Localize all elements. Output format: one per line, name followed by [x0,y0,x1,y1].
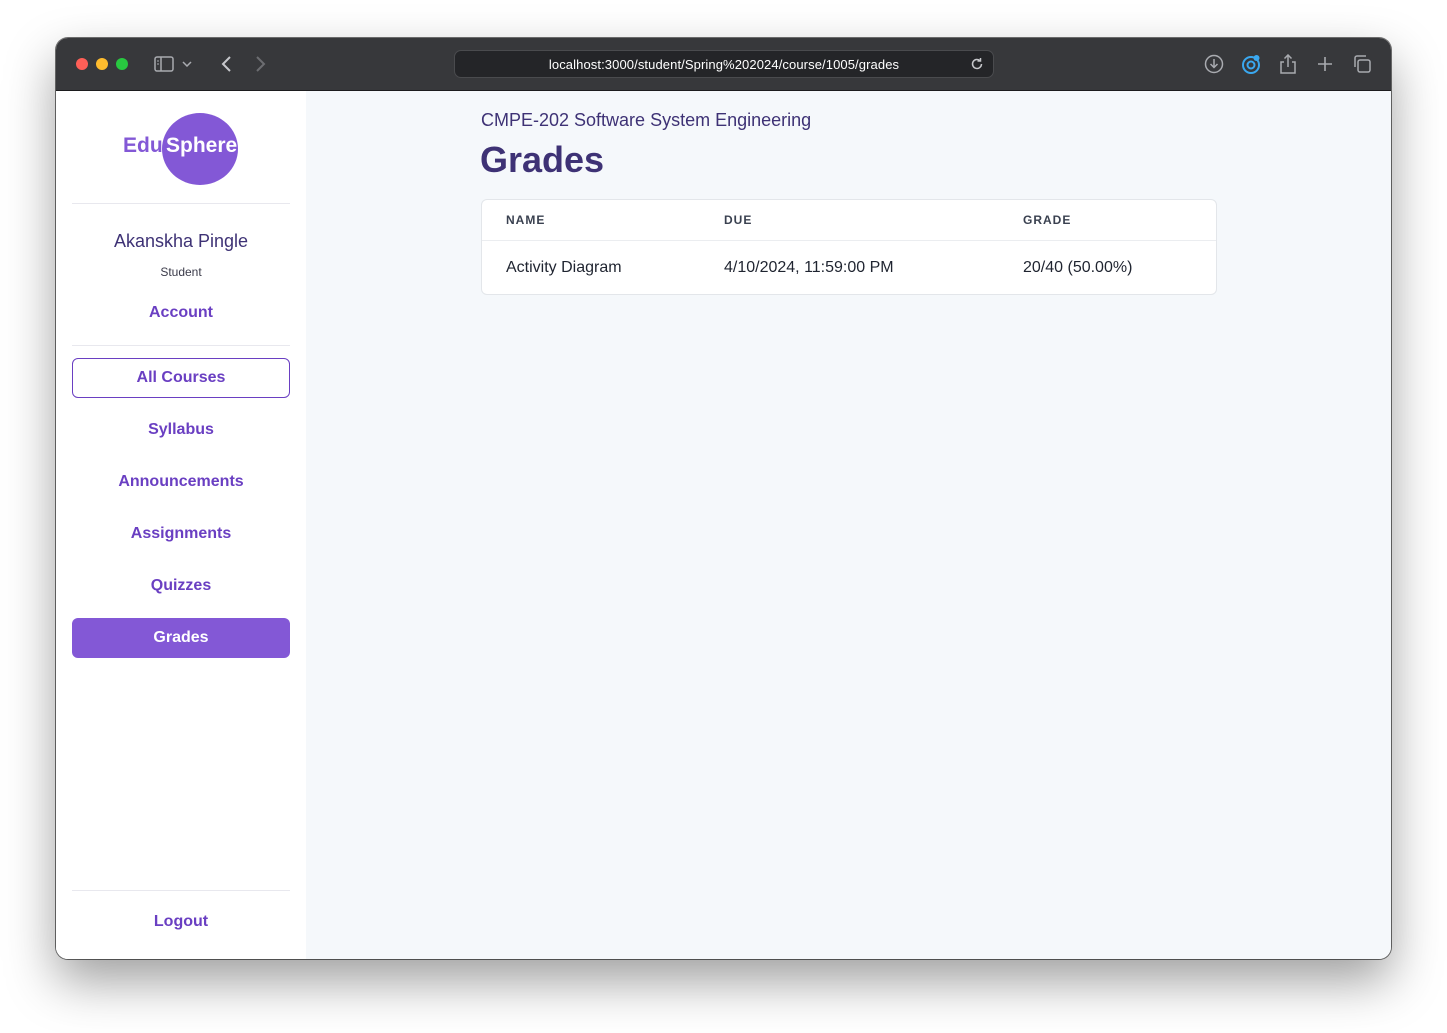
sidebar-item-quizzes[interactable]: Quizzes [72,566,290,606]
logo-text-edu: Edu [123,134,163,157]
sidebar-item-announcements[interactable]: Announcements [72,462,290,502]
sidebar: Edu Sphere Akanskha Pingle Student Accou… [56,91,306,959]
forward-arrow-icon[interactable] [249,52,273,76]
sidebar-item-assignments[interactable]: Assignments [72,514,290,554]
sidebar-item-syllabus[interactable]: Syllabus [72,410,290,450]
column-header-name[interactable]: NAME [506,200,545,240]
browser-toolbar: localhost:3000/student/Spring%202024/cou… [56,38,1391,91]
table-header-row: NAME DUE GRADE [482,200,1216,241]
sidebar-item-grades[interactable]: Grades [72,618,290,658]
main-panel: CMPE-202 Software System Engineering Gra… [306,91,1391,959]
table-row[interactable]: Activity Diagram 4/10/2024, 11:59:00 PM … [482,241,1216,294]
grades-table: NAME DUE GRADE Activity Diagram 4/10/202… [481,199,1217,295]
maximize-window-button[interactable] [116,58,128,70]
sidebar-item-all-courses[interactable]: All Courses [72,358,290,398]
page-content: Edu Sphere Akanskha Pingle Student Accou… [56,91,1391,959]
page-title: Grades [480,139,605,180]
user-role: Student [160,265,202,279]
share-icon[interactable] [1276,52,1300,76]
sidebar-toggle-icon[interactable] [152,52,176,76]
tab-overview-icon[interactable] [1350,52,1374,76]
url-text: localhost:3000/student/Spring%202024/cou… [548,56,900,72]
column-header-due[interactable]: DUE [724,200,752,240]
new-tab-icon[interactable] [1313,52,1337,76]
logo-text-sphere: Sphere [166,134,238,157]
download-icon[interactable] [1202,52,1226,76]
due-date-cell: 4/10/2024, 11:59:00 PM [724,258,894,276]
edusphere-logo[interactable]: Edu Sphere [122,111,242,185]
user-name: Akanskha Pingle [113,231,249,251]
column-header-grade[interactable]: GRADE [1023,200,1071,240]
browser-window: localhost:3000/student/Spring%202024/cou… [56,38,1391,959]
sidebar-divider [72,203,290,204]
grade-cell: 20/40 (50.00%) [1023,258,1133,276]
close-window-button[interactable] [76,58,88,70]
minimize-window-button[interactable] [96,58,108,70]
sidebar-divider [72,345,290,346]
course-title: CMPE-202 Software System Engineering [481,110,812,130]
account-link[interactable]: Account [72,293,290,333]
address-bar[interactable]: localhost:3000/student/Spring%202024/cou… [454,50,994,78]
back-arrow-icon[interactable] [214,52,238,76]
chevron-down-icon[interactable] [180,52,194,76]
reload-icon[interactable] [970,57,984,74]
sidebar-divider [72,890,290,891]
assignment-name-cell[interactable]: Activity Diagram [506,241,622,294]
logout-link[interactable]: Logout [72,902,290,942]
extension-icon[interactable] [1239,52,1263,76]
